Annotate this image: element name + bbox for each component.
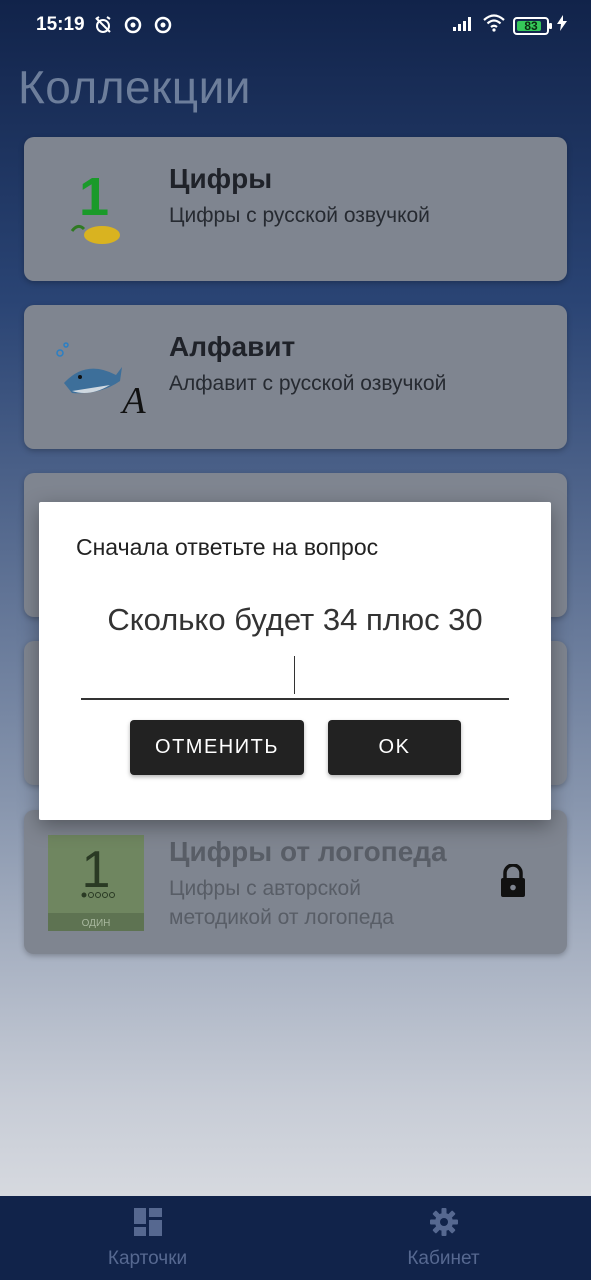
signal-icon bbox=[453, 15, 475, 36]
card-subtitle-line: Цифры с авторской bbox=[169, 877, 361, 900]
alarm-off-icon bbox=[92, 14, 114, 36]
app-screen: 15:19 83 Коллекции 1 Цифры Цифры с русск… bbox=[0, 0, 591, 1280]
lock-icon bbox=[499, 863, 527, 903]
letter-a: А bbox=[119, 380, 146, 422]
alphabet-thumbnail: А bbox=[50, 331, 146, 427]
dialog-question: Сколько будет 34 плюс 30 bbox=[107, 602, 483, 637]
ok-button[interactable]: OK bbox=[328, 720, 461, 775]
card-subtitle: Цифры с русской озвучкой bbox=[169, 204, 430, 227]
dashboard-icon bbox=[133, 1207, 163, 1242]
system-status-icons: 83 bbox=[453, 14, 567, 37]
digit-one: 1 bbox=[79, 167, 109, 227]
nav-item-cabinet[interactable]: Кабинет bbox=[296, 1196, 591, 1280]
cancel-button[interactable]: ОТМЕНИТЬ bbox=[130, 720, 304, 775]
battery-icon: 83 bbox=[513, 16, 552, 35]
digit-one-thumb: 1 bbox=[82, 841, 111, 899]
answer-input[interactable] bbox=[81, 652, 509, 700]
collection-card-digits[interactable]: 1 Цифры Цифры с русской озвучкой bbox=[24, 137, 567, 281]
dialog-title: Сначала ответьте на вопрос bbox=[76, 534, 379, 560]
charging-icon bbox=[557, 15, 567, 36]
battery-level: 83 bbox=[524, 18, 538, 33]
notification-icons bbox=[92, 14, 174, 36]
gear-icon bbox=[429, 1207, 459, 1242]
digits-thumbnail: 1 bbox=[50, 163, 146, 259]
status-time: 15:19 bbox=[36, 14, 85, 35]
card-title: Алфавит bbox=[169, 331, 296, 362]
data-saver-icon bbox=[122, 14, 144, 36]
bottom-navigation: Карточки Кабинет bbox=[0, 1196, 591, 1280]
collection-card-speech-therapist-digits[interactable]: 1 ОДИН Цифры от логопеда Цифры с авторск… bbox=[24, 810, 567, 954]
speech-digits-thumbnail: 1 ОДИН bbox=[48, 835, 144, 931]
collection-card-alphabet[interactable]: А Алфавит Алфавит с русской озвучкой bbox=[24, 305, 567, 449]
nav-label: Кабинет bbox=[407, 1247, 480, 1269]
card-subtitle-line: методикой от логопеда bbox=[169, 906, 394, 929]
card-title: Цифры bbox=[169, 163, 273, 194]
wifi-icon bbox=[483, 14, 505, 37]
page-title: Коллекции bbox=[18, 61, 251, 113]
question-dialog: Сначала ответьте на вопрос Сколько будет… bbox=[39, 502, 551, 820]
text-cursor bbox=[294, 656, 295, 694]
thumb-caption: ОДИН bbox=[82, 918, 111, 929]
status-bar: 15:19 83 bbox=[0, 0, 591, 52]
nav-item-cards[interactable]: Карточки bbox=[0, 1196, 295, 1280]
card-title: Цифры от логопеда bbox=[169, 836, 447, 867]
card-subtitle: Цифры с авторской методикой от логопеда bbox=[169, 874, 394, 932]
data-saver-icon bbox=[152, 14, 174, 36]
nav-label: Карточки bbox=[107, 1247, 188, 1269]
card-subtitle: Алфавит с русской озвучкой bbox=[169, 372, 447, 395]
